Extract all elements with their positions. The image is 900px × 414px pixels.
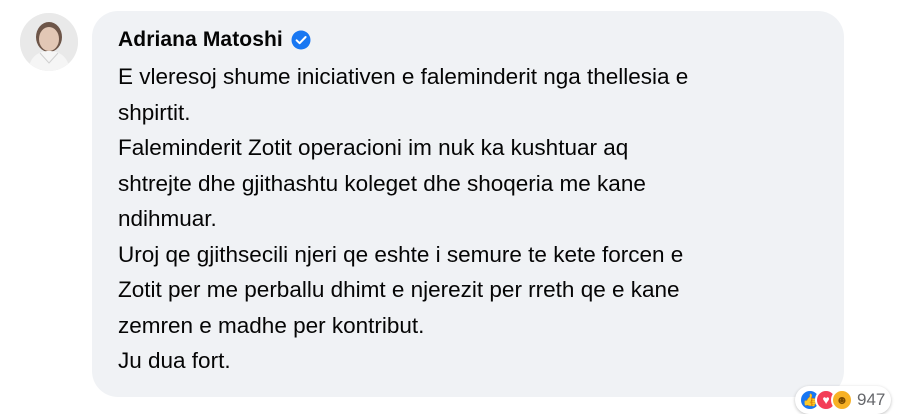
comment-line: Uroj qe gjithsecili njeri qe eshte i sem… (118, 241, 684, 267)
comment-line: shtrejte dhe gjithashtu koleget dhe shoq… (118, 170, 646, 196)
care-icon: ☻ (831, 389, 853, 411)
comment-line: shpirtit. (118, 99, 191, 125)
comment-header: Adriana Matoshi (118, 28, 311, 52)
reaction-count: 947 (857, 390, 886, 409)
comment-text: E vleresoj shume iniciativen e faleminde… (118, 59, 833, 379)
author-name[interactable]: Adriana Matoshi (118, 28, 283, 52)
avatar[interactable] (20, 13, 78, 71)
comment-line: Faleminderit Zotit operacioni im nuk ka … (118, 135, 629, 160)
comment-line: ndihmuar. (118, 206, 217, 231)
comment-line: zemren e madhe per kontribut. (118, 312, 425, 338)
comment-line: Ju dua fort. (118, 348, 231, 373)
reactions-summary[interactable]: 👍 ♥ ☻ 947 (795, 386, 892, 414)
comment-bubble: Adriana Matoshi E vleresoj shume iniciat… (92, 11, 892, 414)
verified-badge-icon (291, 30, 311, 50)
profile-photo (20, 13, 78, 71)
comment-line: Zotit per me perballu dhimt e njerezit p… (118, 277, 680, 302)
comment-line: E vleresoj shume iniciativen e faleminde… (118, 64, 689, 89)
